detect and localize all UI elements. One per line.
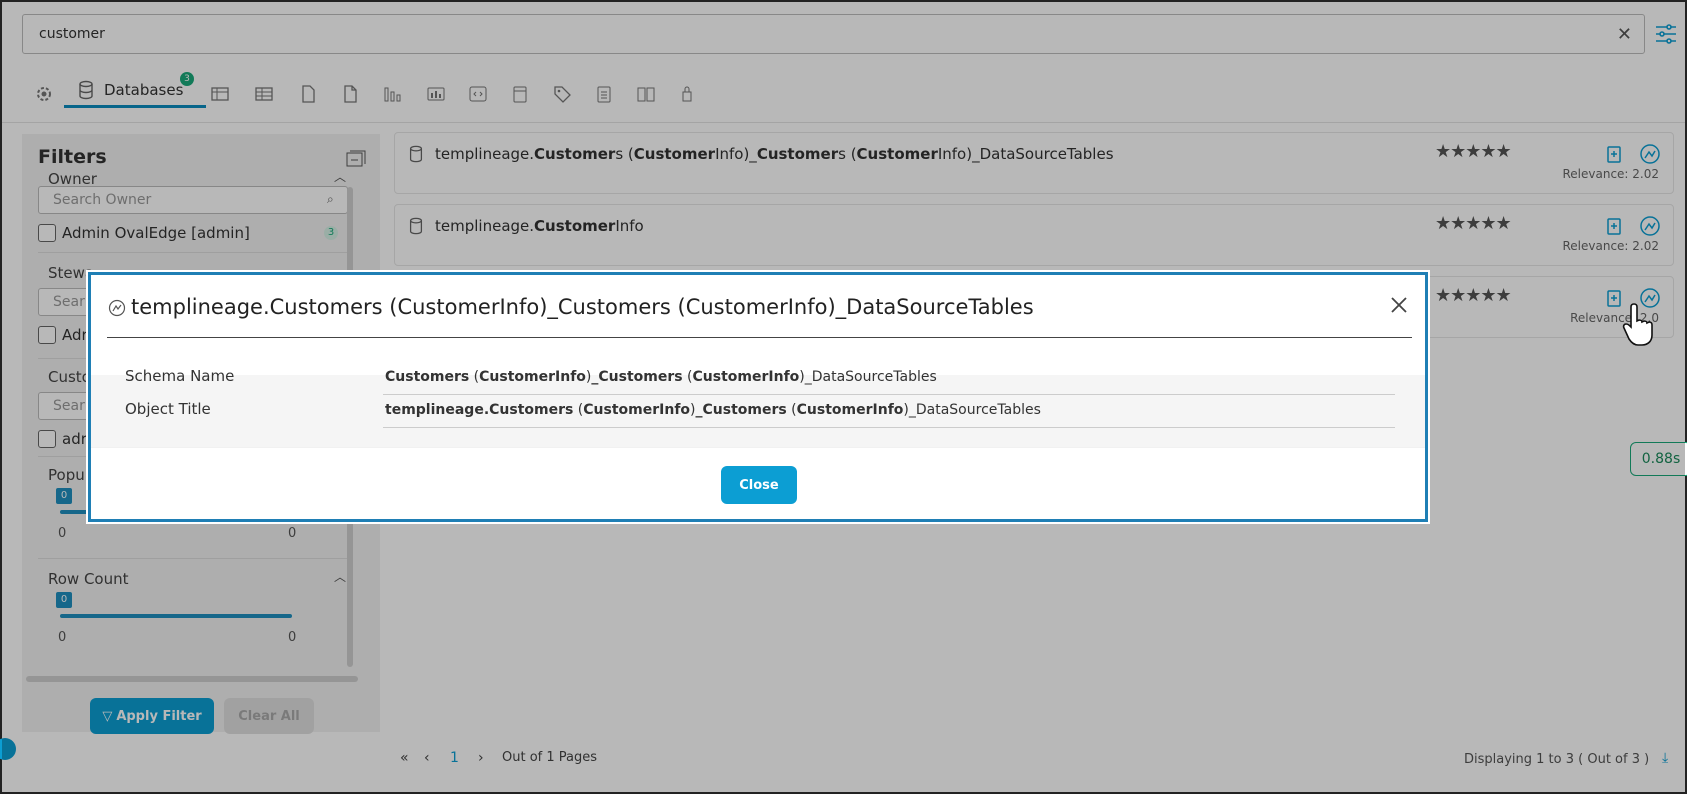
object-title-label: Object Title — [125, 400, 211, 418]
schema-name-value: Customers (CustomerInfo)_Customers (Cust… — [383, 369, 1395, 395]
object-title-value: templineage.Customers (CustomerInfo)_Cus… — [383, 402, 1395, 428]
schema-name-label: Schema Name — [125, 367, 235, 385]
modal-divider — [107, 337, 1412, 338]
close-button[interactable]: Close — [721, 466, 797, 504]
lineage-icon — [108, 299, 126, 317]
modal-title: templineage.Customers (CustomerInfo)_Cus… — [131, 295, 1034, 319]
hand-cursor-icon — [1622, 303, 1653, 346]
details-modal: templineage.Customers (CustomerInfo)_Cus… — [88, 272, 1428, 522]
close-icon[interactable] — [1387, 293, 1411, 317]
